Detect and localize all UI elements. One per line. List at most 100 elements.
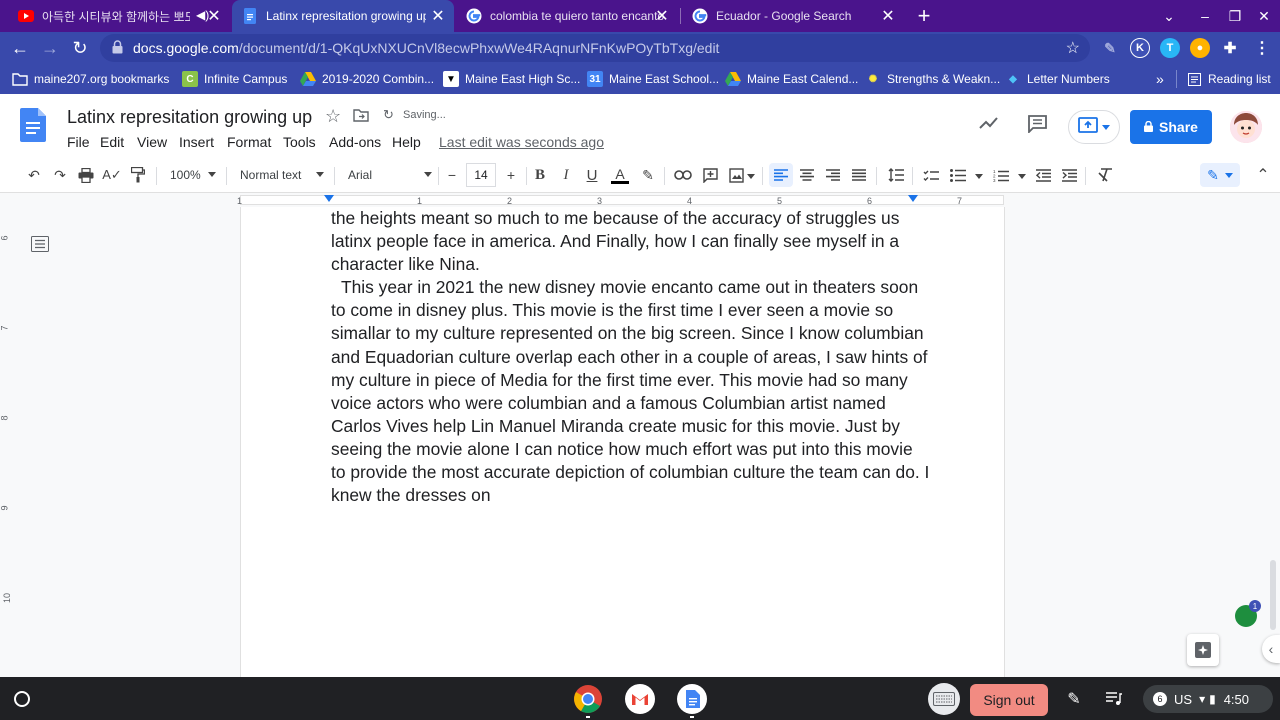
font-dropdown[interactable]: Arial <box>340 163 436 187</box>
bookmark-folder[interactable]: maine207.org bookmarks <box>12 70 169 88</box>
redo-icon[interactable]: ↷ <box>48 163 72 187</box>
close-tab-icon[interactable]: ✕ <box>652 6 672 26</box>
keyboard-icon[interactable] <box>928 683 960 715</box>
sign-out-button[interactable]: Sign out <box>970 684 1048 716</box>
paint-format-icon[interactable] <box>126 163 150 187</box>
increase-indent-icon[interactable] <box>1057 163 1081 187</box>
italic-icon[interactable]: I <box>554 163 578 187</box>
scrollbar[interactable] <box>1270 560 1276 630</box>
close-tab-icon[interactable]: ✕ <box>204 6 224 26</box>
align-center-icon[interactable] <box>795 163 819 187</box>
document-outline-icon[interactable] <box>31 236 49 257</box>
chevron-down-icon[interactable] <box>1018 174 1026 179</box>
activity-trend-icon[interactable] <box>979 116 999 135</box>
paragraph-style-dropdown[interactable]: Normal text <box>232 163 328 187</box>
menu-view[interactable]: View <box>137 134 167 150</box>
star-icon[interactable]: ☆ <box>325 106 341 127</box>
extension-avatar-icon[interactable]: ● <box>1190 38 1210 58</box>
spellcheck-icon[interactable]: A✓ <box>100 163 124 187</box>
collapse-menus-icon[interactable]: ⌃ <box>1251 163 1275 187</box>
tab-docs[interactable]: Latinx represitation growing up ✕ <box>232 0 454 32</box>
chrome-icon[interactable] <box>572 683 604 715</box>
document-body[interactable]: the heights meant so much to me because … <box>331 207 931 507</box>
system-tray[interactable]: 6 US ▾ ▮ 4:50 <box>1143 685 1273 713</box>
bookmark-item[interactable]: Maine East Calend... <box>725 70 858 88</box>
avatar[interactable] <box>1230 111 1262 143</box>
font-size-input[interactable]: 14 <box>466 163 496 187</box>
back-icon[interactable]: ← <box>8 36 32 60</box>
tab-search-icon[interactable]: ⌄ <box>1153 0 1185 32</box>
menu-dots-icon[interactable]: ⋮ <box>1252 38 1272 58</box>
align-right-icon[interactable] <box>821 163 845 187</box>
align-left-icon[interactable] <box>769 163 793 187</box>
address-bar[interactable]: docs.google.com/document/d/1-QKqUxNXUCnV… <box>100 34 1090 62</box>
increase-font-size-button[interactable]: + <box>499 163 523 187</box>
close-tab-icon[interactable]: ✕ <box>878 6 898 26</box>
bookmark-item[interactable]: ◆ Letter Numbers <box>1005 70 1110 88</box>
right-indent-marker[interactable] <box>908 195 918 202</box>
line-spacing-icon[interactable] <box>884 163 908 187</box>
bookmark-item[interactable]: C Infinite Campus <box>182 70 287 88</box>
tab-ecuador[interactable]: Ecuador - Google Search ✕ <box>682 0 904 32</box>
explore-button[interactable] <box>1187 634 1219 666</box>
extension-k-icon[interactable]: K <box>1130 38 1150 58</box>
maximize-icon[interactable]: ❐ <box>1219 0 1251 32</box>
more-bookmarks-icon[interactable]: » <box>1156 70 1164 88</box>
last-edit-link[interactable]: Last edit was seconds ago <box>439 134 604 150</box>
bookmark-item[interactable]: 2019-2020 Combin... <box>300 70 434 88</box>
forward-icon[interactable]: → <box>38 36 62 60</box>
zoom-dropdown[interactable]: 100% <box>162 163 220 187</box>
menu-file[interactable]: File <box>67 134 90 150</box>
bulleted-list-icon[interactable] <box>946 163 970 187</box>
print-icon[interactable] <box>74 163 98 187</box>
tab-youtube[interactable]: 아득한 시티뷰와 함께하는 뽀도 ◀) ✕ <box>8 0 230 32</box>
document-page[interactable]: the heights meant so much to me because … <box>240 207 1005 677</box>
menu-addons[interactable]: Add-ons <box>329 134 381 150</box>
document-title[interactable]: Latinx represitation growing up <box>67 107 312 128</box>
close-window-icon[interactable]: ✕ <box>1248 0 1280 32</box>
numbered-list-icon[interactable]: 123 <box>989 163 1013 187</box>
bookmark-item[interactable]: 31 Maine East School... <box>587 70 719 88</box>
reading-list-button[interactable]: Reading list <box>1186 70 1271 88</box>
comments-icon[interactable] <box>1028 115 1047 138</box>
menu-insert[interactable]: Insert <box>179 134 214 150</box>
bold-icon[interactable]: B <box>528 163 552 187</box>
highlight-icon[interactable]: ✎ <box>636 163 660 187</box>
new-tab-button[interactable]: + <box>908 0 940 32</box>
side-panel-toggle-icon[interactable]: ‹ <box>1262 635 1280 663</box>
text-color-icon[interactable]: A <box>608 163 632 187</box>
checklist-icon[interactable] <box>919 163 943 187</box>
share-button[interactable]: Share <box>1130 110 1212 144</box>
left-indent-marker[interactable] <box>324 195 334 202</box>
docs-app-icon[interactable] <box>676 683 708 715</box>
extension-icon[interactable]: ✎ <box>1100 38 1120 58</box>
move-folder-icon[interactable] <box>353 109 369 127</box>
decrease-indent-icon[interactable] <box>1031 163 1055 187</box>
link-icon[interactable] <box>671 163 695 187</box>
menu-edit[interactable]: Edit <box>100 134 124 150</box>
stylus-icon[interactable]: ✎ <box>1058 683 1090 715</box>
justify-icon[interactable] <box>847 163 871 187</box>
editing-mode-dropdown[interactable]: ✎ <box>1200 163 1240 187</box>
docs-logo-icon[interactable] <box>20 108 46 142</box>
menu-tools[interactable]: Tools <box>283 134 316 150</box>
bookmark-item[interactable]: ▼ Maine East High Sc... <box>443 70 580 88</box>
clear-formatting-icon[interactable] <box>1093 163 1117 187</box>
menu-format[interactable]: Format <box>227 134 271 150</box>
extensions-puzzle-icon[interactable]: ✚ <box>1220 38 1240 58</box>
reload-icon[interactable]: ↻ <box>68 36 92 60</box>
chevron-down-icon[interactable] <box>975 174 983 179</box>
gmail-icon[interactable] <box>624 683 656 715</box>
bookmark-item[interactable]: ✺ Strengths & Weakn... <box>865 70 1000 88</box>
launcher-icon[interactable] <box>6 683 38 715</box>
minimize-icon[interactable]: – <box>1189 0 1221 32</box>
insert-image-icon[interactable] <box>724 163 748 187</box>
underline-icon[interactable]: U <box>580 163 604 187</box>
tab-colombia[interactable]: colombia te quiero tanto encanto ✕ <box>456 0 678 32</box>
menu-help[interactable]: Help <box>392 134 421 150</box>
present-button[interactable] <box>1068 110 1120 144</box>
add-comment-icon[interactable] <box>698 163 722 187</box>
bookmark-star-icon[interactable]: ☆ <box>1066 38 1080 58</box>
close-tab-icon[interactable]: ✕ <box>428 6 448 26</box>
chevron-down-icon[interactable] <box>747 174 755 179</box>
